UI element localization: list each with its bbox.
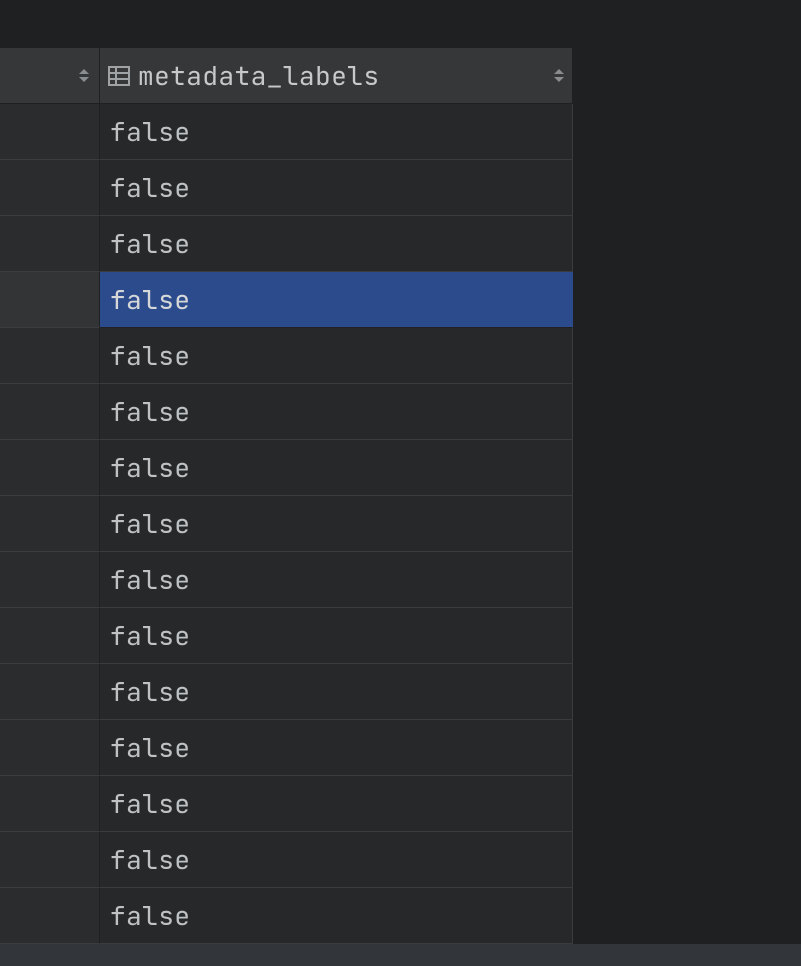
table-row[interactable]: false xyxy=(0,104,801,160)
row-number-cell[interactable] xyxy=(0,216,100,272)
row-empty-area xyxy=(573,384,801,440)
column-header-metadata-labels[interactable]: metadata_labels xyxy=(100,48,573,103)
row-number-cell[interactable] xyxy=(0,272,100,328)
cell-value: false xyxy=(110,618,191,653)
table-row[interactable]: false xyxy=(0,384,801,440)
cell-metadata-labels[interactable]: false xyxy=(100,328,573,384)
table-column-icon xyxy=(108,65,130,87)
cell-value: false xyxy=(110,450,191,485)
cell-value: false xyxy=(110,226,191,261)
row-number-cell[interactable] xyxy=(0,832,100,888)
row-empty-area xyxy=(573,664,801,720)
row-empty-area xyxy=(573,552,801,608)
row-number-cell[interactable] xyxy=(0,776,100,832)
row-empty-area xyxy=(573,160,801,216)
row-number-cell[interactable] xyxy=(0,440,100,496)
cell-value: false xyxy=(110,506,191,541)
row-empty-area xyxy=(573,440,801,496)
cell-metadata-labels[interactable]: false xyxy=(100,664,573,720)
table-row[interactable]: false xyxy=(0,720,801,776)
cell-value: false xyxy=(110,562,191,597)
cell-value: false xyxy=(110,842,191,877)
row-number-cell[interactable] xyxy=(0,328,100,384)
row-number-cell[interactable] xyxy=(0,664,100,720)
cell-value: false xyxy=(110,730,191,765)
table-row[interactable]: false xyxy=(0,608,801,664)
table-row[interactable]: false xyxy=(0,832,801,888)
row-empty-area xyxy=(573,272,801,328)
cell-metadata-labels[interactable]: false xyxy=(100,888,573,944)
cell-value: false xyxy=(110,898,191,933)
row-number-cell[interactable] xyxy=(0,496,100,552)
cell-metadata-labels[interactable]: false xyxy=(100,272,573,328)
table-row[interactable]: false xyxy=(0,496,801,552)
cell-value: false xyxy=(110,114,191,149)
column-header-label: metadata_labels xyxy=(138,58,554,93)
table-row[interactable]: false xyxy=(0,888,801,944)
row-empty-area xyxy=(573,776,801,832)
cell-value: false xyxy=(110,674,191,709)
table-row[interactable]: false xyxy=(0,160,801,216)
row-empty-area xyxy=(573,720,801,776)
status-bar xyxy=(0,944,801,966)
data-rows-area: false false false false false false false false… xyxy=(0,104,801,944)
header-empty-area xyxy=(573,48,801,103)
cell-metadata-labels[interactable]: false xyxy=(100,552,573,608)
row-number-cell[interactable] xyxy=(0,160,100,216)
cell-metadata-labels[interactable]: false xyxy=(100,384,573,440)
table-row[interactable]: false xyxy=(0,664,801,720)
row-number-cell[interactable] xyxy=(0,104,100,160)
row-number-column-header[interactable] xyxy=(0,48,100,103)
row-empty-area xyxy=(573,888,801,944)
cell-metadata-labels[interactable]: false xyxy=(100,776,573,832)
cell-metadata-labels[interactable]: false xyxy=(100,216,573,272)
cell-metadata-labels[interactable]: false xyxy=(100,720,573,776)
data-grid: metadata_labels falsefalsefalsefalsefals… xyxy=(0,48,801,944)
cell-value: false xyxy=(110,170,191,205)
row-empty-area xyxy=(573,832,801,888)
cell-value: false xyxy=(110,338,191,373)
cell-metadata-labels[interactable]: false xyxy=(100,440,573,496)
cell-metadata-labels[interactable]: false xyxy=(100,104,573,160)
row-number-cell[interactable] xyxy=(0,552,100,608)
cell-metadata-labels[interactable]: false xyxy=(100,608,573,664)
column-header-row: metadata_labels xyxy=(0,48,801,104)
top-gap xyxy=(0,0,801,48)
row-empty-area xyxy=(573,608,801,664)
row-empty-area xyxy=(573,104,801,160)
row-number-cell[interactable] xyxy=(0,888,100,944)
table-row[interactable]: false xyxy=(0,272,801,328)
cell-metadata-labels[interactable]: false xyxy=(100,496,573,552)
table-row[interactable]: false xyxy=(0,440,801,496)
row-empty-area xyxy=(573,216,801,272)
row-number-cell[interactable] xyxy=(0,384,100,440)
row-number-cell[interactable] xyxy=(0,608,100,664)
table-row[interactable]: false xyxy=(0,216,801,272)
sort-icon xyxy=(554,69,564,82)
cell-value: false xyxy=(110,394,191,429)
cell-metadata-labels[interactable]: false xyxy=(100,160,573,216)
cell-metadata-labels[interactable]: false xyxy=(100,832,573,888)
row-empty-area xyxy=(573,496,801,552)
table-row[interactable]: false xyxy=(0,328,801,384)
table-row[interactable]: false xyxy=(0,552,801,608)
row-empty-area xyxy=(573,328,801,384)
cell-value: false xyxy=(110,786,191,821)
sort-icon xyxy=(79,69,89,82)
row-number-cell[interactable] xyxy=(0,720,100,776)
cell-value: false xyxy=(110,282,191,317)
table-row[interactable]: false xyxy=(0,776,801,832)
